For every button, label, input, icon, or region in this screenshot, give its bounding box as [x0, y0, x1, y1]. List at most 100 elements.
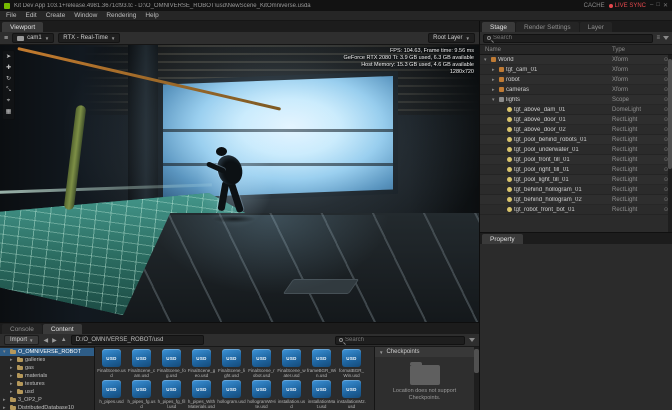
tab-content[interactable]: Content — [42, 324, 82, 334]
expand-caret[interactable]: ▸ — [10, 389, 15, 395]
stage-row[interactable]: tgt_pool_front_till_01 RectLight ⊙ — [480, 155, 672, 165]
tree-item-o_omniverse_robot[interactable]: ▾ O_OMNIVERSE_ROBOT — [0, 348, 94, 356]
viewport-scene[interactable]: ➤ ✚ ↻ ⤡ ⌖ ▦ FPS: 104.63, Frame time: 9.56 ms G… — [0, 45, 479, 322]
stage-row[interactable]: tgt_above_dam_01 DomeLight ⊙ — [480, 105, 672, 115]
stage-row[interactable]: tgt_behind_hollogram_02 RectLight ⊙ — [480, 195, 672, 205]
menu-edit[interactable]: Edit — [25, 12, 36, 19]
up-icon[interactable]: ▲ — [61, 337, 67, 343]
tree-item-3_op2_p[interactable]: ▸ 3_OP2_P — [0, 396, 94, 404]
tree-item-distributeddatabase10[interactable]: ▸ DistributedDatabase10 — [0, 404, 94, 410]
tree-item-textures[interactable]: ▸ textures — [0, 380, 94, 388]
filter-icon[interactable] — [663, 36, 669, 40]
stage-row[interactable]: ▸ cameras Xform ⊙ — [480, 85, 672, 95]
tab-render-settings[interactable]: Render Settings — [516, 22, 579, 32]
file-item[interactable]: USD FinalScene.usd — [97, 349, 126, 379]
stage-row[interactable]: ▸ tgt_cam_01 Xform ⊙ — [480, 65, 672, 75]
file-item[interactable]: USD FinalScene_water.usd — [277, 349, 306, 379]
stage-row[interactable]: tgt_pool_light_till_01 RectLight ⊙ — [480, 175, 672, 185]
file-item[interactable]: USD FinalScene_fog.usd — [157, 349, 186, 379]
tree-item-usd[interactable]: ▸ usd — [0, 388, 94, 396]
menu-help[interactable]: Help — [145, 12, 158, 19]
breadcrumb[interactable]: D:/O_OMNIVERSE_ROBOT/usd — [70, 335, 204, 345]
select-tool-icon[interactable]: ➤ — [3, 53, 14, 62]
tree-item-gas[interactable]: ▸ gas — [0, 364, 94, 372]
file-item[interactable]: USD h_pipes_fg.usd — [127, 380, 156, 410]
tab-stage[interactable]: Stage — [482, 22, 515, 32]
layer-selector[interactable]: Root Layer ▼ — [428, 33, 475, 43]
scrollbar-thumb[interactable] — [668, 59, 672, 169]
expand-caret[interactable]: ▾ — [492, 97, 497, 103]
stage-scrollbar[interactable] — [668, 55, 672, 232]
camera-selector[interactable]: cam1 ▼ — [12, 33, 55, 43]
stage-row[interactable]: ▾ lights Scope ⊙ — [480, 95, 672, 105]
cache-indicator[interactable]: CACHE — [584, 3, 605, 9]
content-scrollbar[interactable] — [474, 347, 479, 410]
stage-row[interactable]: tgt_above_door_02 RectLight ⊙ — [480, 125, 672, 135]
file-item[interactable]: USD h_pipes_fg_fill.usd — [157, 380, 186, 410]
file-item[interactable]: USD hollogramWHite.usd — [247, 380, 276, 410]
menu-rendering[interactable]: Rendering — [106, 12, 136, 19]
tab-layer[interactable]: Layer — [579, 22, 612, 32]
stage-row[interactable]: tgt_pool_underwater_01 RectLight ⊙ — [480, 145, 672, 155]
file-item[interactable]: USD FinalScene_robot.usd — [247, 349, 276, 379]
column-type[interactable]: Type — [612, 47, 660, 53]
column-name[interactable]: Name — [480, 47, 612, 53]
tree-item-materials[interactable]: ▸ materials — [0, 372, 94, 380]
stage-row[interactable]: tgt_robot_front_bot_01 RectLight ⊙ — [480, 205, 672, 215]
grid-tool-icon[interactable]: ▦ — [3, 108, 14, 117]
expand-caret[interactable]: ▸ — [492, 77, 497, 83]
file-item[interactable]: USD h_pipes_WithMaterials.usd — [187, 380, 216, 410]
file-item[interactable]: USD installationMat.usd — [307, 380, 336, 410]
expand-caret[interactable]: ▸ — [10, 365, 15, 371]
file-item[interactable]: USD FinalScene_geo.usd — [187, 349, 216, 379]
tab-property[interactable]: Property — [482, 234, 523, 244]
file-item[interactable]: USD installationM2.usd — [337, 380, 366, 410]
expand-caret[interactable]: ▸ — [10, 373, 15, 379]
rotate-tool-icon[interactable]: ↻ — [3, 75, 14, 84]
viewport-menu-icon[interactable]: ≡ — [4, 35, 8, 42]
stage-search-input[interactable] — [493, 35, 650, 41]
file-item[interactable]: USD FinalScene_cam.usd — [127, 349, 156, 379]
file-item[interactable]: USD frameBGR_Win.usd — [307, 349, 336, 379]
menu-file[interactable]: File — [6, 12, 16, 19]
stage-row[interactable]: tgt_above_door_01 RectLight ⊙ — [480, 115, 672, 125]
expand-caret[interactable]: ▾ — [484, 57, 489, 63]
scale-tool-icon[interactable]: ⤡ — [3, 86, 14, 95]
expand-caret[interactable]: ▸ — [3, 397, 8, 403]
expand-caret[interactable]: ▸ — [10, 357, 15, 363]
import-button[interactable]: Import ▼ — [4, 335, 40, 345]
stage-row[interactable]: ▸ robot Xform ⊙ — [480, 75, 672, 85]
content-search-input[interactable] — [345, 337, 461, 343]
file-item[interactable]: USD h_pipes.usd — [97, 380, 126, 410]
expand-caret[interactable]: ▸ — [10, 381, 15, 387]
expand-caret[interactable]: ▸ — [492, 87, 497, 93]
tab-viewport[interactable]: Viewport — [2, 22, 44, 32]
close-button[interactable]: ✕ — [663, 2, 668, 9]
scrollbar-thumb[interactable] — [474, 349, 479, 373]
move-tool-icon[interactable]: ✚ — [3, 64, 14, 73]
tree-item-galleries[interactable]: ▸ galleries — [0, 356, 94, 364]
stage-row[interactable]: tgt_pool_behind_robots_01 RectLight ⊙ — [480, 135, 672, 145]
minimize-button[interactable]: – — [650, 2, 653, 9]
expand-caret[interactable]: ▸ — [3, 405, 8, 410]
stage-row[interactable]: tgt_pool_right_till_01 RectLight ⊙ — [480, 165, 672, 175]
file-item[interactable]: USD hollogram.usd — [217, 380, 246, 410]
snap-tool-icon[interactable]: ⌖ — [3, 97, 14, 106]
live-sync-indicator[interactable]: LIVE SYNC — [608, 3, 646, 9]
maximize-button[interactable]: □ — [656, 2, 660, 9]
file-item[interactable]: USD FinalScene_light.usd — [217, 349, 246, 379]
stage-row[interactable]: tgt_behind_hollogram_01 RectLight ⊙ — [480, 185, 672, 195]
tab-console[interactable]: Console — [2, 324, 42, 334]
file-item[interactable]: USD formatBGR_Win.usd — [337, 349, 366, 379]
options-icon[interactable]: ≡ — [656, 35, 660, 41]
filter-icon[interactable] — [469, 338, 475, 342]
expand-caret[interactable]: ▸ — [492, 67, 497, 73]
file-item[interactable]: USD installation.usd — [277, 380, 306, 410]
stage-row[interactable]: ▾ World Xform ⊙ — [480, 55, 672, 65]
checkpoints-header[interactable]: ▼ Checkpoints — [375, 347, 474, 357]
renderer-selector[interactable]: RTX - Real-Time ▼ — [58, 33, 121, 43]
expand-caret[interactable]: ▾ — [3, 349, 8, 355]
menu-window[interactable]: Window — [74, 12, 97, 19]
forward-icon[interactable]: ▶ — [52, 337, 57, 344]
menu-create[interactable]: Create — [46, 12, 66, 19]
